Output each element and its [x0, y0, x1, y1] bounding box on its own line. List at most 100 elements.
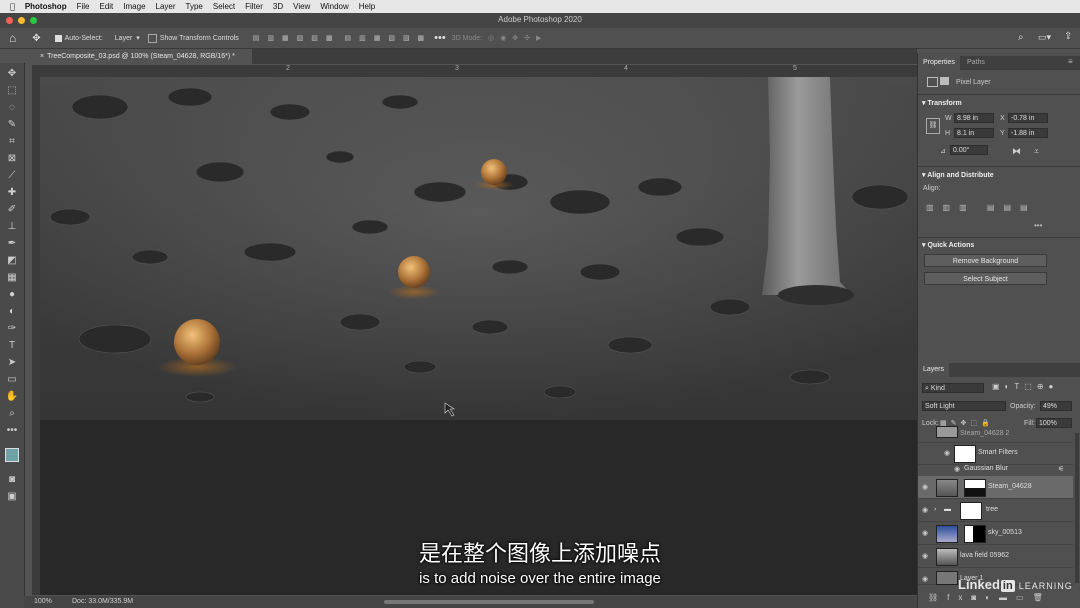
align-buttons[interactable]: ▥▥▥ ▤▤▤: [926, 203, 1037, 212]
distribute-buttons[interactable]: ▤▥▦▧▨▩: [344, 34, 432, 42]
align-label: Align:: [923, 185, 941, 192]
history-brush-tool-icon[interactable]: ✒: [5, 237, 19, 250]
x-field[interactable]: -0.78 in: [1008, 113, 1048, 123]
flip-horizontal-icon[interactable]: ⧓: [1012, 146, 1021, 157]
align-section-title[interactable]: ▾ Align and Distribute: [922, 171, 994, 179]
lasso-tool-icon[interactable]: ◌: [5, 101, 19, 114]
dodge-tool-icon[interactable]: ◐: [5, 305, 19, 318]
quick-mask-icon[interactable]: ◙: [5, 473, 19, 486]
canvas-image[interactable]: [40, 77, 917, 420]
layer-row-selected[interactable]: ◉ Steam_04628: [918, 476, 1073, 499]
remove-background-button[interactable]: Remove Background: [924, 254, 1047, 267]
zoom-tool-icon[interactable]: ⌕: [5, 407, 19, 420]
edit-toolbar-icon[interactable]: •••: [5, 424, 19, 437]
menu-type[interactable]: Type: [186, 2, 203, 11]
eye-icon[interactable]: ◉: [922, 483, 928, 491]
menu-image[interactable]: Image: [123, 2, 145, 11]
foreground-color-swatch[interactable]: [5, 448, 19, 462]
frame-tool-icon[interactable]: ⊠: [5, 152, 19, 165]
tab-paths[interactable]: Paths: [962, 56, 990, 70]
layer-kind-label: Pixel Layer: [956, 79, 991, 86]
eraser-tool-icon[interactable]: ◩: [5, 254, 19, 267]
more-options-icon[interactable]: •••: [434, 32, 446, 44]
vertical-ruler[interactable]: [32, 77, 40, 595]
layer-filter-dropdown[interactable]: ⌕ Kind: [922, 383, 984, 393]
close-tab-icon[interactable]: ×: [40, 53, 44, 60]
crop-tool-icon[interactable]: ⌗: [5, 135, 19, 148]
tab-properties[interactable]: Properties: [918, 56, 960, 70]
zoom-level[interactable]: 100%: [34, 598, 52, 605]
quick-actions-section-title[interactable]: ▾ Quick Actions: [922, 241, 974, 249]
auto-select-label: Auto-Select:: [64, 34, 103, 42]
menu-file[interactable]: File: [77, 2, 90, 11]
menu-edit[interactable]: Edit: [99, 2, 113, 11]
eye-icon[interactable]: ◉: [944, 449, 950, 457]
mask-icon[interactable]: [940, 77, 949, 85]
smart-filter-mask-thumbnail[interactable]: [954, 445, 976, 463]
smart-filters-row[interactable]: ◉ Smart Filters: [918, 442, 1073, 465]
apple-menu-icon[interactable]: : [10, 2, 15, 11]
rectangle-tool-icon[interactable]: ▭: [5, 373, 19, 386]
height-field[interactable]: 8.1 in: [954, 128, 994, 138]
layer-mask-thumbnail[interactable]: [964, 479, 986, 497]
marquee-tool-icon[interactable]: ⬚: [5, 84, 19, 97]
more-options-icon[interactable]: •••: [1034, 221, 1042, 230]
screen-mode-icon[interactable]: ▣: [5, 490, 19, 503]
share-icon[interactable]: ⇪: [1064, 31, 1072, 42]
filter-type-icons[interactable]: ▣◐T⬚⊕●: [992, 382, 1058, 391]
home-icon[interactable]: ⌂: [9, 31, 16, 45]
menu-3d[interactable]: 3D: [273, 2, 283, 11]
document-tab[interactable]: × TreeComposite_03.psd @ 100% (Steam_0462…: [32, 49, 252, 64]
menu-select[interactable]: Select: [213, 2, 235, 11]
y-field[interactable]: -1.88 in: [1008, 128, 1048, 138]
angle-field[interactable]: 0.00°: [950, 145, 988, 155]
menu-window[interactable]: Window: [320, 2, 348, 11]
expand-arrow-icon[interactable]: ›: [934, 506, 936, 513]
transform-section-title[interactable]: ▾ Transform: [922, 99, 962, 107]
brush-tool-icon[interactable]: ✐: [5, 203, 19, 216]
move-tool-preset-icon[interactable]: ✥: [32, 33, 40, 44]
tab-layers[interactable]: Layers: [918, 363, 950, 377]
type-tool-icon[interactable]: T: [5, 339, 19, 352]
search-icon[interactable]: ⌕: [1018, 32, 1024, 43]
layers-footer-buttons[interactable]: ⛓fx◙◐▬▭🗑: [928, 593, 1078, 602]
doc-size[interactable]: Doc: 33.0M/335.9M: [72, 598, 133, 605]
opacity-field[interactable]: 49%: [1040, 401, 1072, 411]
select-subject-button[interactable]: Select Subject: [924, 272, 1047, 285]
eyedropper-tool-icon[interactable]: ⟋: [5, 169, 19, 182]
menu-view[interactable]: View: [293, 2, 310, 11]
link-icon[interactable]: ⛓: [926, 118, 940, 134]
clone-stamp-tool-icon[interactable]: ⊥: [5, 220, 19, 233]
auto-select-dropdown[interactable]: Layer: [115, 35, 133, 42]
workspace-icon[interactable]: ▭▾: [1038, 32, 1051, 43]
filter-options-icon[interactable]: ⚟: [1058, 465, 1064, 473]
path-selection-tool-icon[interactable]: ➤: [5, 356, 19, 369]
eye-icon[interactable]: ◉: [954, 465, 960, 473]
menu-help[interactable]: Help: [359, 2, 375, 11]
auto-select-checkbox[interactable]: [54, 34, 62, 42]
group-mask-thumbnail[interactable]: [960, 502, 982, 520]
horizontal-scrollbar[interactable]: [384, 600, 594, 604]
pen-tool-icon[interactable]: ✑: [5, 322, 19, 335]
eye-icon[interactable]: ◉: [922, 506, 928, 514]
healing-brush-tool-icon[interactable]: ✚: [5, 186, 19, 199]
blend-mode-dropdown[interactable]: Soft Light: [922, 401, 1006, 411]
chevron-down-icon: ▾: [136, 35, 140, 42]
width-field[interactable]: 8.98 in: [954, 113, 994, 123]
panel-menu-icon[interactable]: ≡: [1068, 57, 1073, 66]
transform-controls-checkbox[interactable]: [147, 33, 157, 43]
flip-vertical-icon[interactable]: ⩡: [1034, 146, 1039, 157]
3d-mode-buttons[interactable]: ◎◉✥✣▶: [488, 34, 547, 42]
fill-field[interactable]: 100%: [1036, 418, 1072, 428]
blur-tool-icon[interactable]: ●: [5, 288, 19, 301]
menu-filter[interactable]: Filter: [245, 2, 263, 11]
move-tool-icon[interactable]: ✥: [5, 67, 19, 80]
layer-group-row[interactable]: ◉ › ▬ tree: [918, 499, 1073, 522]
quick-select-tool-icon[interactable]: ✎: [5, 118, 19, 131]
menu-photoshop[interactable]: Photoshop: [25, 2, 67, 11]
gradient-tool-icon[interactable]: ▦: [5, 271, 19, 284]
align-buttons[interactable]: ▤▥▦▧▨▩: [253, 34, 341, 42]
hand-tool-icon[interactable]: ✋: [5, 390, 19, 403]
layer-filter-value: Kind: [930, 385, 945, 392]
menu-layer[interactable]: Layer: [156, 2, 176, 11]
